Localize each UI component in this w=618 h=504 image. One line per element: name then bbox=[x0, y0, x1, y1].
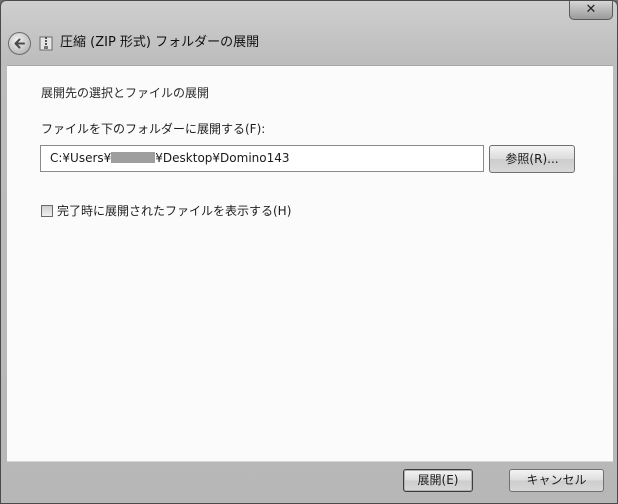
dialog-footer: 展開(E) キャンセル bbox=[7, 461, 613, 500]
path-suffix: ¥Desktop¥Domino143 bbox=[155, 151, 290, 165]
zip-folder-icon bbox=[39, 36, 53, 51]
cancel-button[interactable]: キャンセル bbox=[509, 469, 604, 492]
destination-path-input[interactable]: C:¥Users¥ ¥Desktop¥Domino143 bbox=[40, 145, 484, 172]
show-files-checkbox[interactable] bbox=[41, 205, 53, 217]
close-button[interactable]: ✕ bbox=[569, 1, 613, 20]
extract-dialog-window: ✕ 圧縮 (ZIP 形式) フォルダーの展開 展開先の選択とファイルの展開 ファ… bbox=[0, 0, 618, 504]
close-icon: ✕ bbox=[585, 2, 597, 17]
redacted-username bbox=[111, 152, 156, 163]
browse-button[interactable]: 参照(R)... bbox=[489, 145, 575, 173]
dialog-content: 展開先の選択とファイルの展開 ファイルを下のフォルダーに展開する(F): C:¥… bbox=[7, 65, 613, 462]
path-prefix: C:¥Users¥ bbox=[50, 151, 112, 165]
back-arrow-icon bbox=[14, 38, 25, 49]
window-title: 圧縮 (ZIP 形式) フォルダーの展開 bbox=[60, 35, 260, 50]
back-button[interactable] bbox=[8, 32, 31, 55]
show-files-checkbox-label[interactable]: 完了時に展開されたファイルを表示する(H) bbox=[57, 202, 291, 219]
destination-label: ファイルを下のフォルダーに展開する(F): bbox=[41, 122, 266, 136]
extract-button[interactable]: 展開(E) bbox=[403, 469, 473, 492]
page-heading: 展開先の選択とファイルの展開 bbox=[41, 86, 210, 100]
